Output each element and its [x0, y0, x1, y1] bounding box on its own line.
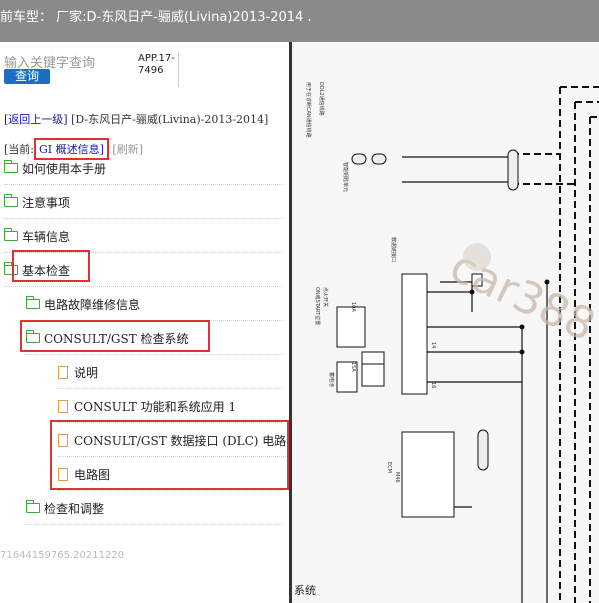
svg-text:ECM: ECM [386, 462, 392, 473]
breadcrumb: [返回上一级] [D-东风日产-骊威(Livina)-2013-2014] [4, 114, 279, 126]
folder-icon [3, 194, 18, 207]
svg-text:点火开关: 点火开关 [322, 287, 329, 307]
tree-item-manual[interactable]: 如何使用本手册 [3, 152, 282, 185]
svg-text:ON或START位置: ON或START位置 [314, 287, 321, 325]
svg-text:14: 14 [430, 342, 436, 348]
svg-text:15A: 15A [350, 362, 356, 372]
folder-open-icon [3, 262, 18, 275]
page-title: 前车型： 厂家:D-东风日产-骊威(Livina)2013-2014 . [0, 10, 312, 25]
tree-item-description[interactable]: 说明 [58, 356, 282, 389]
back-link[interactable]: [返回上一级] [4, 113, 68, 126]
tree-item-consult-function[interactable]: CONSULT 功能和系统应用 1 [58, 390, 282, 423]
tree-item-label: 说明 [74, 365, 99, 380]
tree-item-wiring-diagram[interactable]: 电路图 [58, 458, 282, 491]
folder-icon [3, 228, 18, 241]
folder-icon [25, 296, 40, 309]
tree-item-inspection-adjustment[interactable]: 检查和调整 [25, 492, 282, 525]
tree-item-circuit-repair[interactable]: 电路故障维修信息 [25, 288, 282, 321]
tree-item-vehicle-info[interactable]: 车辆信息 [3, 220, 282, 253]
document-icon [58, 365, 68, 379]
svg-text:数据链接口: 数据链接口 [390, 237, 397, 262]
app-version: APP.17-7496 [138, 53, 179, 87]
svg-text:DDL2通信线路: DDL2通信线路 [318, 82, 325, 116]
document-icon [58, 433, 68, 447]
svg-text:10A: 10A [350, 302, 356, 312]
side-label: 系统 [294, 584, 316, 597]
tree-item-label: 检查和调整 [44, 501, 105, 516]
search-button[interactable]: 查询 [4, 69, 50, 84]
tree-item-label: 电路故障维修信息 [44, 297, 141, 312]
svg-text:智能钥匙单元: 智能钥匙单元 [342, 162, 349, 192]
tree-item-label: 电路图 [74, 467, 111, 482]
tree-item-basic-inspection[interactable]: 基本检查 [3, 254, 282, 287]
diagram-label: 用于在诊断CAN通信线路 [305, 82, 312, 138]
tree-item-label: 如何使用本手册 [22, 161, 107, 176]
tree-item-consult-gst[interactable]: CONSULT/GST 检查系统 [25, 322, 282, 355]
document-id: 71644159765.20211220 [0, 550, 125, 561]
left-panel: 查询 APP.17-7496 [返回上一级] [D-东风日产-骊威(Livina… [0, 42, 290, 603]
diagram-viewer[interactable]: 用于在诊断CAN通信线路 DDL2通信线路 智能钥匙单元 数据链接口 点火开关 … [292, 42, 599, 603]
tree-item-label: 注意事项 [22, 195, 71, 210]
folder-icon [25, 500, 40, 513]
folder-open-icon [25, 330, 40, 343]
svg-text:M46: M46 [394, 472, 400, 483]
tree-item-label: 车辆信息 [22, 229, 71, 244]
document-icon [58, 399, 68, 413]
wiring-diagram: 用于在诊断CAN通信线路 DDL2通信线路 智能钥匙单元 数据链接口 点火开关 … [292, 42, 599, 603]
tree-item-precautions[interactable]: 注意事项 [3, 186, 282, 219]
tree-item-label: CONSULT/GST 检查系统 [44, 331, 189, 346]
tree-item-label: CONSULT/GST 数据接口 (DLC) 电路 [74, 433, 287, 448]
svg-text:16: 16 [430, 382, 436, 388]
breadcrumb-path: [D-东风日产-骊威(Livina)-2013-2014] [71, 113, 269, 126]
tree-item-label: CONSULT 功能和系统应用 1 [74, 399, 237, 414]
folder-icon [3, 160, 18, 173]
svg-text:蓄电池: 蓄电池 [328, 372, 335, 387]
tree-item-label: 基本检查 [22, 263, 71, 278]
title-bar: 前车型： 厂家:D-东风日产-骊威(Livina)2013-2014 . [0, 0, 599, 42]
tree-item-dlc-circuit[interactable]: CONSULT/GST 数据接口 (DLC) 电路 [58, 424, 288, 457]
document-icon [58, 467, 68, 481]
